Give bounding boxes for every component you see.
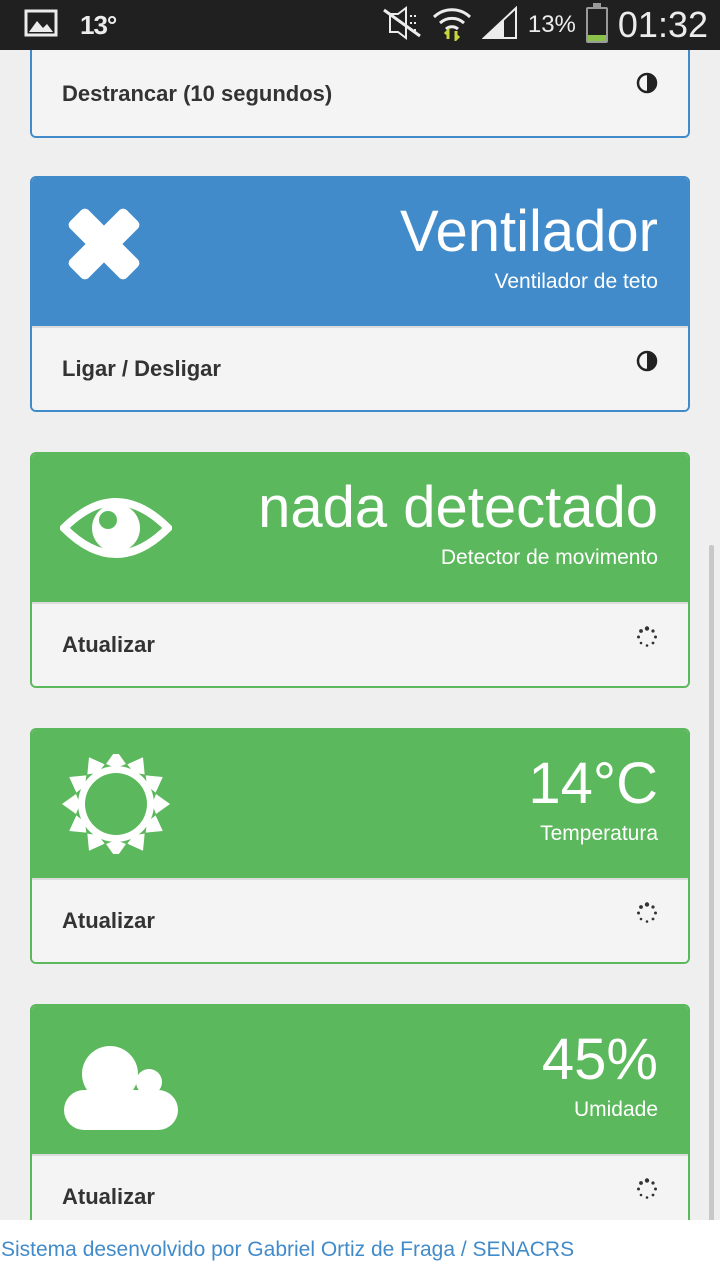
battery-icon — [585, 3, 608, 43]
humidity-card: 45% Umidade Atualizar — [30, 1004, 690, 1220]
temperature-card-header: 14°C Temperatura — [32, 730, 688, 878]
status-bar: 13° 13% 01:32 — [0, 0, 720, 50]
humidity-card-footer[interactable]: Atualizar — [32, 1154, 688, 1220]
fan-card: Ventilador Ventilador de teto Ligar / De… — [30, 176, 690, 412]
fan-cross-icon — [60, 202, 172, 302]
image-icon — [24, 9, 58, 42]
scrollbar[interactable] — [709, 545, 714, 1280]
weather-temperature: 13° — [80, 9, 117, 40]
page-footer: Sistema desenvolvido por Gabriel Ortiz d… — [0, 1220, 720, 1280]
temperature-value: 14°C — [528, 751, 658, 816]
wifi-icon — [432, 5, 472, 46]
fan-card-footer[interactable]: Ligar / Desligar — [32, 326, 688, 410]
cloud-icon — [60, 1030, 178, 1130]
toggle-fan-label: Ligar / Desligar — [62, 356, 221, 381]
sun-icon — [60, 750, 172, 858]
motion-card-header: nada detectado Detector de movimento — [32, 454, 688, 602]
fan-card-header: Ventilador Ventilador de teto — [32, 178, 688, 326]
contrast-icon[interactable] — [636, 72, 658, 94]
spinner-icon[interactable] — [636, 902, 658, 924]
spinner-icon[interactable] — [636, 626, 658, 648]
refresh-label: Atualizar — [62, 908, 155, 933]
eye-icon — [58, 478, 174, 578]
dashboard-content[interactable]: Destrancar (10 segundos) Ventilador Vent… — [0, 50, 720, 1220]
mute-icon — [382, 5, 422, 45]
spinner-icon[interactable] — [636, 1178, 658, 1200]
humidity-card-header: 45% Umidade — [32, 1006, 688, 1154]
unlock-action-label: Destrancar (10 segundos) — [62, 81, 333, 106]
humidity-value: 45% — [541, 1027, 658, 1092]
temperature-card-footer[interactable]: Atualizar — [32, 878, 688, 962]
signal-icon — [481, 5, 518, 45]
refresh-label: Atualizar — [62, 632, 155, 657]
humidity-subtitle: Umidade — [573, 1098, 658, 1121]
refresh-label: Atualizar — [62, 1184, 155, 1209]
motion-subtitle: Detector de movimento — [440, 546, 658, 569]
contrast-icon[interactable] — [636, 350, 658, 372]
temperature-card: 14°C Temperatura Atualizar — [30, 728, 690, 964]
lock-card-footer[interactable]: Destrancar (10 segundos) — [32, 50, 688, 136]
credits-link[interactable]: Sistema desenvolvido por Gabriel Ortiz d… — [0, 1238, 574, 1262]
motion-status: nada detectado — [258, 475, 658, 540]
clock: 01:32 — [617, 4, 708, 45]
motion-card-footer[interactable]: Atualizar — [32, 602, 688, 686]
fan-subtitle: Ventilador de teto — [494, 270, 658, 293]
battery-percent: 13% — [527, 11, 576, 38]
lock-card: Destrancar (10 segundos) — [30, 50, 690, 138]
fan-title: Ventilador — [400, 199, 658, 264]
temperature-subtitle: Temperatura — [540, 822, 658, 845]
motion-card: nada detectado Detector de movimento Atu… — [30, 452, 690, 688]
